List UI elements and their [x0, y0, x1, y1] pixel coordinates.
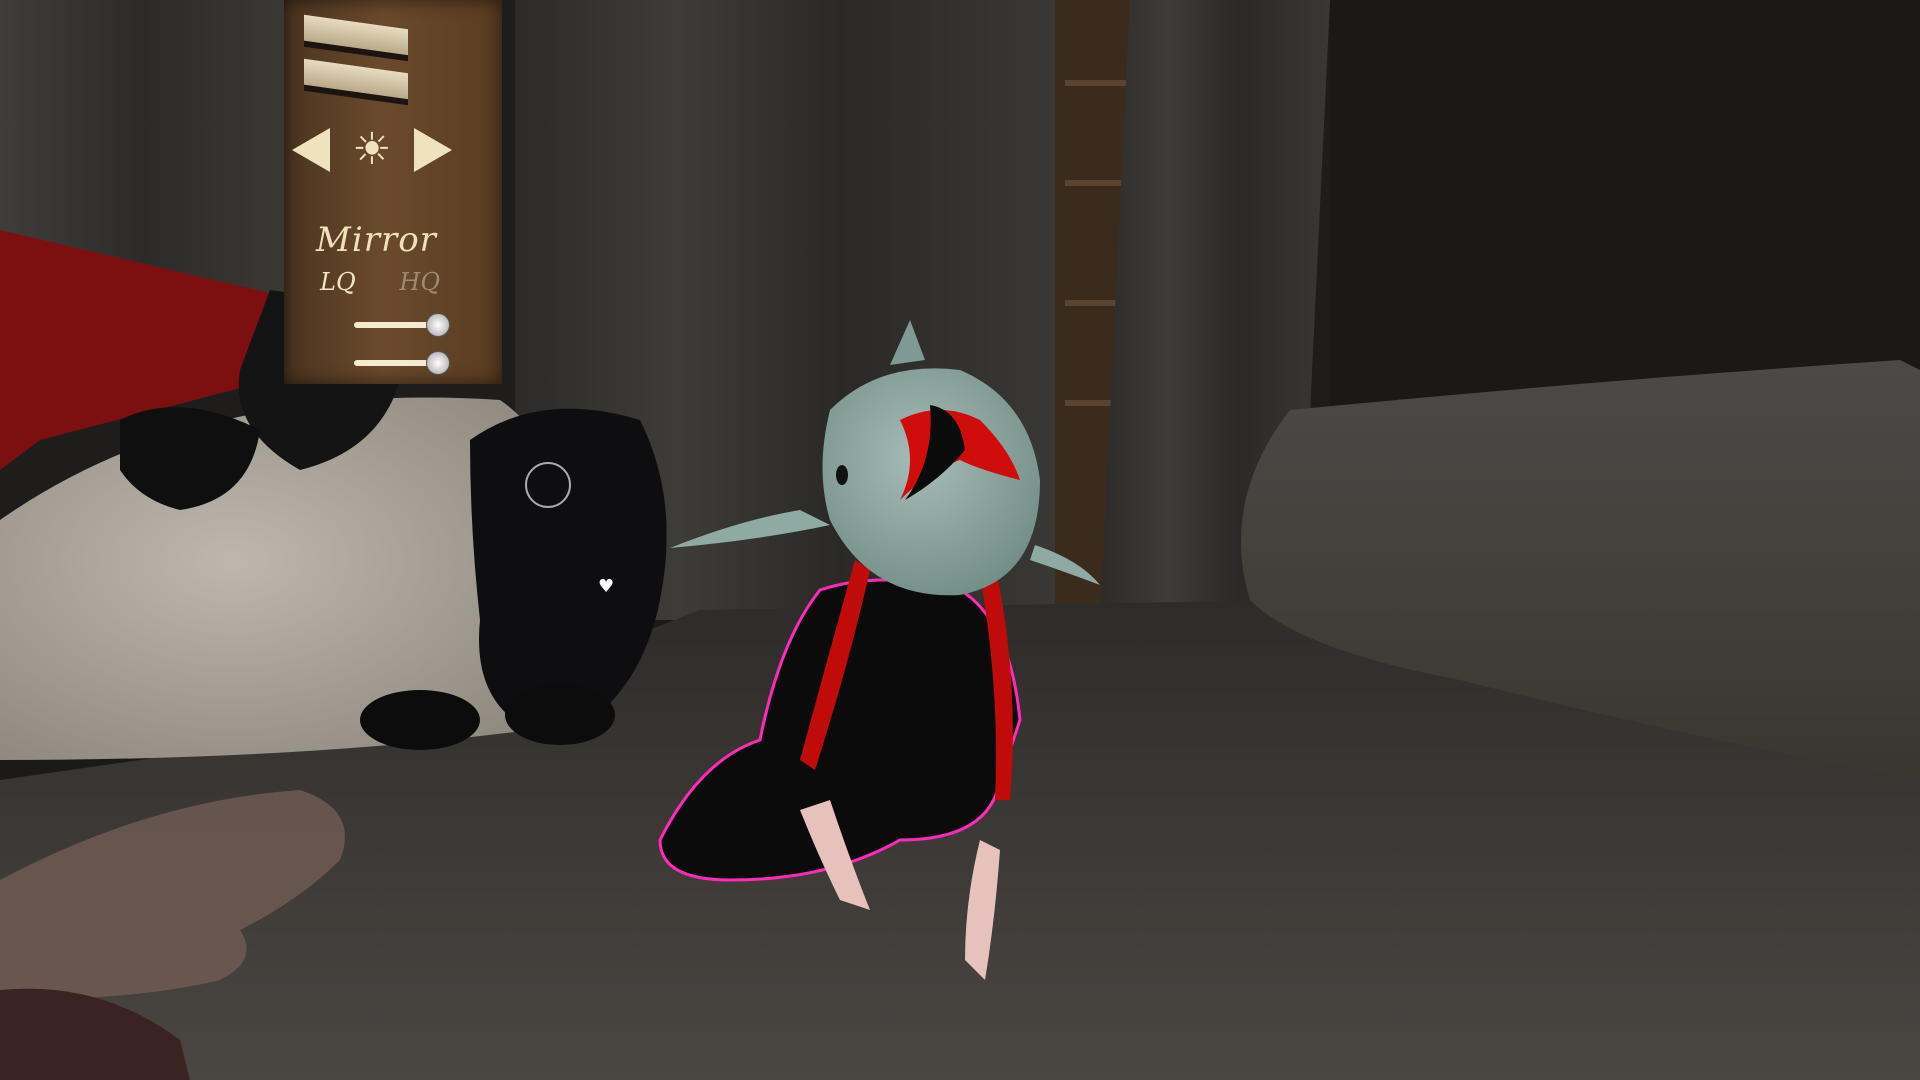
lamp-button-2[interactable]: [304, 58, 408, 106]
brightness-decrease-button[interactable]: [292, 128, 330, 172]
lamp-button-1[interactable]: [304, 14, 408, 62]
room-control-panel: ☀ Mirror LQ HQ: [284, 0, 502, 384]
mirror-slider-1[interactable]: [354, 313, 450, 337]
brightness-increase-button[interactable]: [413, 128, 452, 172]
mirror-slider-2[interactable]: [354, 351, 450, 375]
mirror-lq-button[interactable]: LQ: [320, 268, 356, 296]
mirror-hq-button[interactable]: HQ: [399, 268, 440, 296]
slider-knob[interactable]: [426, 351, 450, 375]
svg-text:♥: ♥: [598, 576, 614, 597]
vr-scene: ♥ ☀ Mirror LQ HQ: [0, 0, 1920, 1080]
mirror-quality-toggle: LQ HQ: [320, 268, 440, 296]
mirror-title: Mirror: [316, 220, 437, 260]
slider-knob[interactable]: [426, 313, 450, 337]
sun-icon: ☀: [352, 124, 392, 175]
brightness-control: ☀: [292, 120, 452, 180]
